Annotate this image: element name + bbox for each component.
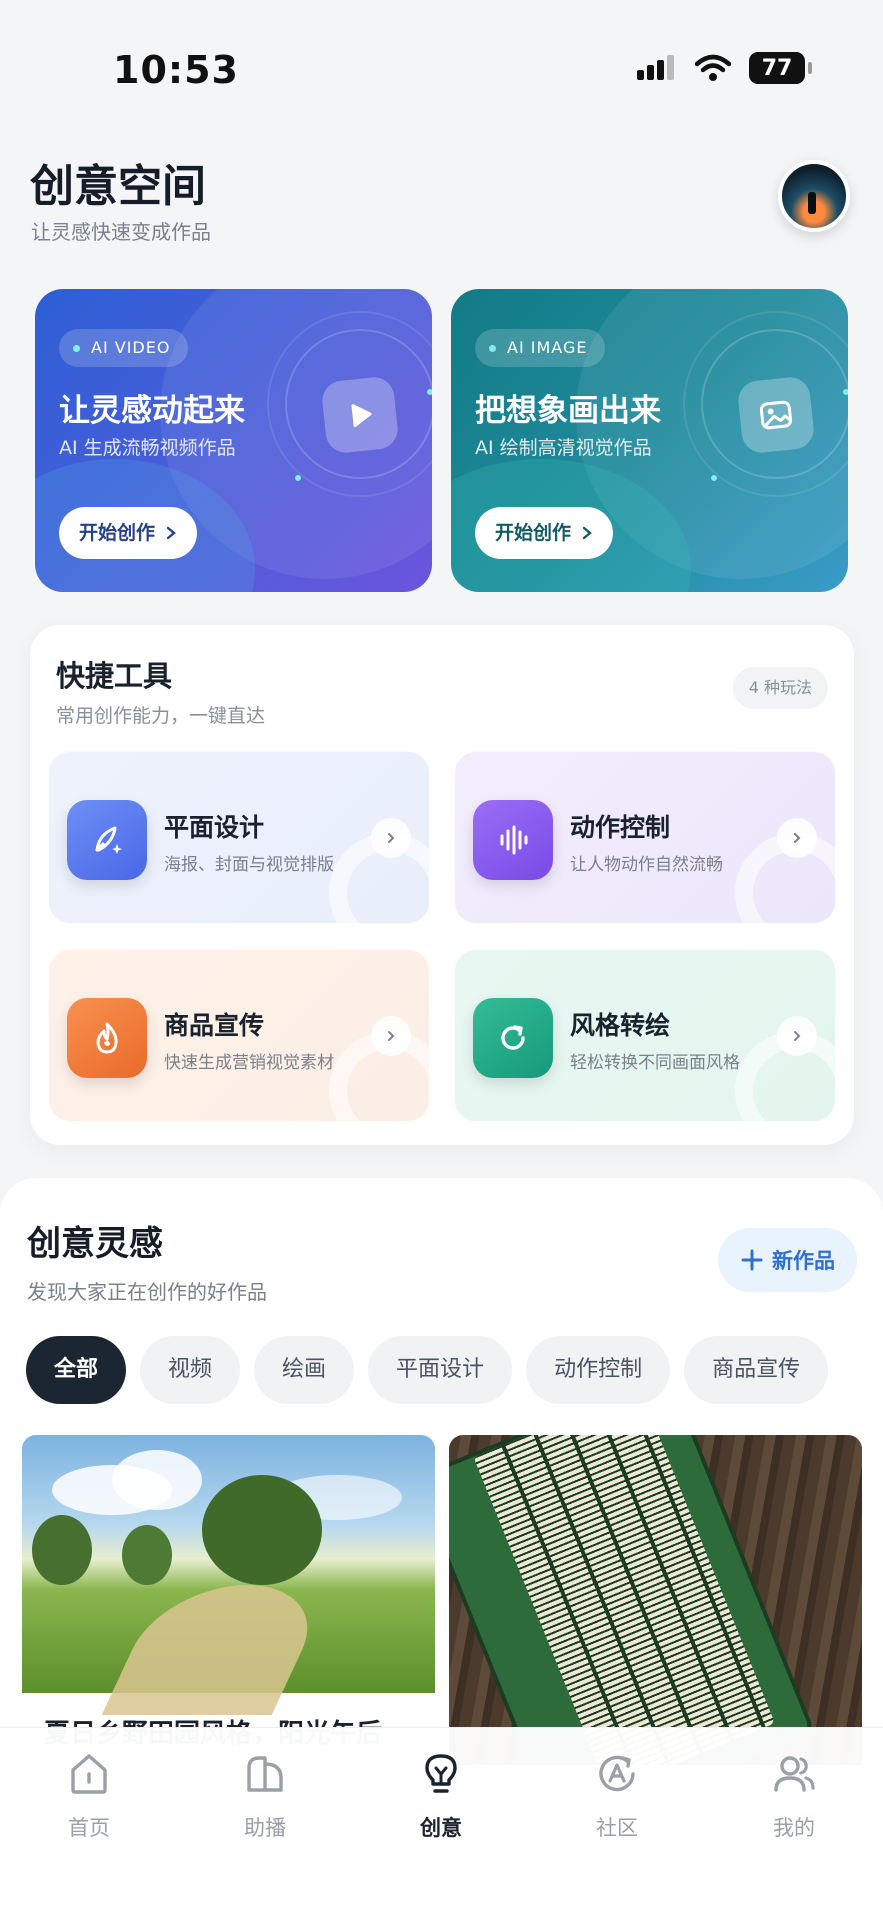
assist-icon [247, 1756, 283, 1792]
quick-tools-title: 快捷工具 [56, 659, 173, 693]
inspiration-title: 创意灵感 [27, 1224, 163, 1264]
inspiration-card[interactable] [449, 1435, 862, 1765]
decor-tree [202, 1475, 322, 1585]
plus-icon [741, 1249, 763, 1271]
decor-dot [295, 475, 301, 481]
chevron-right-icon[interactable] [777, 818, 817, 858]
quick-tools-subtitle: 常用创作能力，一键直达 [56, 705, 266, 727]
decor-path [101, 1585, 333, 1715]
flame-icon [67, 998, 147, 1078]
tab-profile[interactable]: 我的 [734, 1750, 854, 1842]
tab-assist[interactable]: 助播 [205, 1750, 325, 1842]
tab-community[interactable]: 社区 [557, 1750, 677, 1842]
play-icon [320, 375, 400, 455]
decor-tree [32, 1515, 92, 1585]
user-icon [774, 1756, 815, 1792]
hero-subtitle: AI 生成流畅视频作品 [59, 437, 236, 459]
card-image-keyboard [449, 1435, 862, 1765]
tool-name: 商品宣传 [164, 1011, 265, 1040]
bottom-tab-bar: 首页 助播 创意 社区 我的 [0, 1727, 883, 1920]
tool-name: 动作控制 [570, 813, 671, 842]
page-header: 创意空间 让灵感快速变成作品 [0, 140, 883, 260]
hero-card-ai-image[interactable]: AI IMAGE 把想象画出来 AI 绘制高清视觉作品 开始创作 [451, 289, 848, 592]
hero-title: 让灵感动起来 [59, 393, 245, 429]
chip-video[interactable]: 视频 [140, 1336, 241, 1404]
decor-dot [711, 475, 717, 481]
chip-motion-control[interactable]: 动作控制 [526, 1336, 671, 1404]
image-icon [736, 375, 816, 455]
tool-name: 风格转绘 [570, 1011, 671, 1040]
tool-product-promo[interactable]: 商品宣传 快速生成营销视觉素材 [48, 949, 430, 1122]
status-icons: 77 [637, 52, 812, 84]
new-work-button[interactable]: 新作品 [718, 1228, 857, 1292]
chip-product-promo[interactable]: 商品宣传 [684, 1336, 829, 1404]
status-bar: 10:53 77 [0, 0, 883, 140]
wifi-icon [695, 54, 731, 81]
page-title: 创意空间 [30, 161, 206, 212]
decor-tree [122, 1525, 172, 1585]
tool-graphic-design[interactable]: 平面设计 海报、封面与视觉排版 [48, 751, 430, 924]
inspiration-card[interactable]: 夏日乡野田园风格，阳光午后 [22, 1435, 435, 1765]
hero-subtitle: AI 绘制高清视觉作品 [475, 437, 652, 459]
waveform-icon [473, 800, 553, 880]
chip-all[interactable]: 全部 [26, 1336, 127, 1404]
community-icon [599, 1755, 635, 1792]
hero-card-ai-video[interactable]: AI VIDEO 让灵感动起来 AI 生成流畅视频作品 开始创作 [35, 289, 432, 592]
chevron-right-icon[interactable] [371, 1016, 411, 1056]
decor-keyboard [449, 1435, 811, 1765]
decor-dot [843, 389, 848, 395]
tool-motion-control[interactable]: 动作控制 让人物动作自然流畅 [454, 751, 836, 924]
battery-indicator: 77 [749, 52, 812, 84]
decor-dot [427, 389, 432, 395]
quick-tools-panel: 快捷工具 常用创作能力，一键直达 4 种玩法 平面设计 海报、封面与视觉排版 动… [30, 625, 854, 1145]
decor-cloud [112, 1450, 202, 1510]
chevron-right-icon[interactable] [777, 1016, 817, 1056]
category-filter-chips: 全部 视频 绘画 平面设计 动作控制 商品宣传 [26, 1336, 829, 1404]
home-icon [71, 1754, 107, 1794]
chip-painting[interactable]: 绘画 [254, 1336, 355, 1404]
tab-creative[interactable]: 创意 [381, 1750, 501, 1842]
tool-description: 海报、封面与视觉排版 [164, 855, 334, 875]
chevron-right-icon [582, 526, 592, 540]
avatar[interactable] [778, 160, 850, 232]
chevron-right-icon[interactable] [371, 818, 411, 858]
refresh-icon [473, 998, 553, 1078]
tool-style-transfer[interactable]: 风格转绘 轻松转换不同画面风格 [454, 949, 836, 1122]
start-create-image-button[interactable]: 开始创作 [475, 507, 614, 559]
status-time: 10:53 [113, 48, 239, 92]
cellular-signal-icon [637, 55, 674, 80]
start-create-video-button[interactable]: 开始创作 [59, 507, 198, 559]
tool-name: 平面设计 [164, 813, 265, 842]
lightbulb-icon [425, 1754, 457, 1793]
tool-description: 让人物动作自然流畅 [570, 855, 723, 875]
card-image-countryside [22, 1435, 435, 1715]
quick-tools-count-badge: 4 种玩法 [732, 667, 828, 709]
hero-title: 把想象画出来 [475, 393, 661, 429]
hero-tag: AI VIDEO [59, 329, 189, 367]
inspiration-subtitle: 发现大家正在创作的好作品 [27, 1280, 267, 1304]
tool-description: 轻松转换不同画面风格 [570, 1053, 740, 1073]
tab-home[interactable]: 首页 [29, 1750, 149, 1842]
page-subtitle: 让灵感快速变成作品 [31, 220, 211, 244]
chip-graphic-design[interactable]: 平面设计 [368, 1336, 513, 1404]
decor-keys [473, 1435, 776, 1765]
hero-tag: AI IMAGE [475, 329, 606, 367]
chevron-right-icon [166, 526, 176, 540]
pen-sparkle-icon [67, 800, 147, 880]
tool-description: 快速生成营销视觉素材 [164, 1053, 334, 1073]
